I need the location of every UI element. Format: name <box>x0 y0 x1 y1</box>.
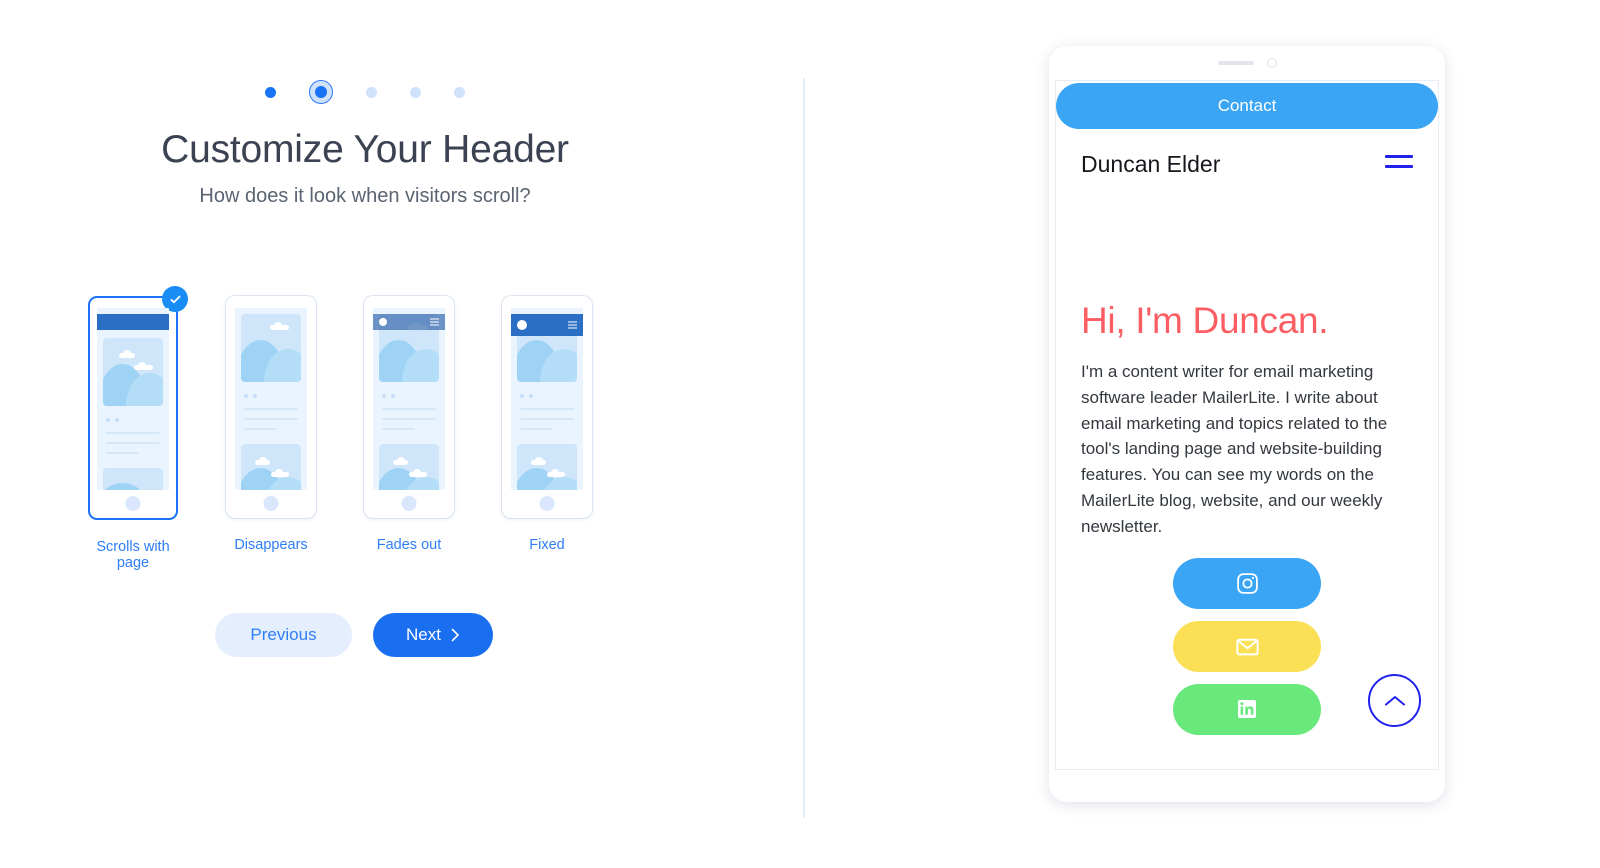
wizard-panel: Customize Your Header How does it look w… <box>0 0 803 868</box>
step-dot-3[interactable] <box>366 86 377 98</box>
site-header: Duncan Elder <box>1056 129 1438 178</box>
step-dot-2-inner <box>315 86 327 98</box>
step-dot-5[interactable] <box>454 86 465 98</box>
option-fixed[interactable]: Fixed <box>502 296 592 571</box>
step-dot-4[interactable] <box>410 86 421 98</box>
contact-banner[interactable]: Contact <box>1056 83 1438 129</box>
device-top-bezel <box>1049 46 1445 80</box>
next-button[interactable]: Next <box>373 613 493 657</box>
phone-screen-preview <box>97 308 169 490</box>
envelope-icon <box>1235 638 1259 656</box>
site-title: Duncan Elder <box>1081 151 1221 177</box>
option-scrolls-with-page[interactable]: Scrolls with page <box>88 286 188 571</box>
home-button <box>539 496 555 511</box>
home-button <box>401 496 417 511</box>
instagram-button[interactable] <box>1173 557 1321 609</box>
device-screen: Contact Duncan Elder Hi, I'm Duncan. I'm… <box>1055 80 1439 770</box>
option-label: Fixed <box>529 537 565 553</box>
scroll-to-top-button[interactable] <box>1368 674 1421 727</box>
email-button[interactable] <box>1173 620 1321 672</box>
home-button <box>263 496 279 511</box>
hero-paragraph: I'm a content writer for email marketing… <box>1081 362 1388 536</box>
step-indicator <box>0 80 730 104</box>
option-card[interactable] <box>88 286 188 520</box>
option-label: Fades out <box>376 537 442 553</box>
wizard-navigation: Previous Next <box>215 613 493 657</box>
panel-divider <box>803 78 805 818</box>
solid-header-bar <box>511 314 583 336</box>
phone-screen-preview <box>373 308 445 490</box>
previous-button[interactable]: Previous <box>215 613 352 657</box>
option-label: Scrolls with page <box>96 539 170 571</box>
phone-screen-preview <box>235 308 307 490</box>
step-dot-1[interactable] <box>265 86 276 98</box>
camera-lens-icon <box>1266 58 1277 68</box>
instagram-icon <box>1236 573 1258 594</box>
header-style-options: Scrolls with page Disappears Fades out F… <box>88 286 592 571</box>
translucent-header-bar <box>373 314 445 330</box>
speaker-grill-icon <box>1217 61 1254 65</box>
page-subtitle: How does it look when visitors scroll? <box>199 185 531 207</box>
onboarding-page: Customize Your Header How does it look w… <box>0 0 1600 868</box>
hamburger-menu-icon[interactable] <box>1385 154 1413 175</box>
linkedin-icon <box>1238 700 1256 719</box>
device-preview: Contact Duncan Elder Hi, I'm Duncan. I'm… <box>1049 46 1445 802</box>
home-button <box>125 496 141 511</box>
page-title: Customize Your Header <box>161 128 569 171</box>
phone-screen-preview <box>511 308 583 490</box>
option-fades-out[interactable]: Fades out <box>364 296 454 571</box>
next-button-label: Next <box>406 625 441 644</box>
option-card[interactable] <box>226 296 316 518</box>
hamburger-menu-icon <box>430 318 439 326</box>
option-card[interactable] <box>502 296 592 518</box>
option-card[interactable] <box>364 296 454 518</box>
linkedin-button[interactable] <box>1173 683 1321 735</box>
step-dot-2-active[interactable] <box>309 80 333 104</box>
chevron-up-icon <box>1384 695 1405 705</box>
option-disappears[interactable]: Disappears <box>226 296 316 571</box>
option-label: Disappears <box>234 537 308 553</box>
chevron-right-icon <box>451 628 459 642</box>
hamburger-menu-icon <box>568 321 577 329</box>
hero-heading: Hi, I'm Duncan. <box>1081 300 1329 341</box>
